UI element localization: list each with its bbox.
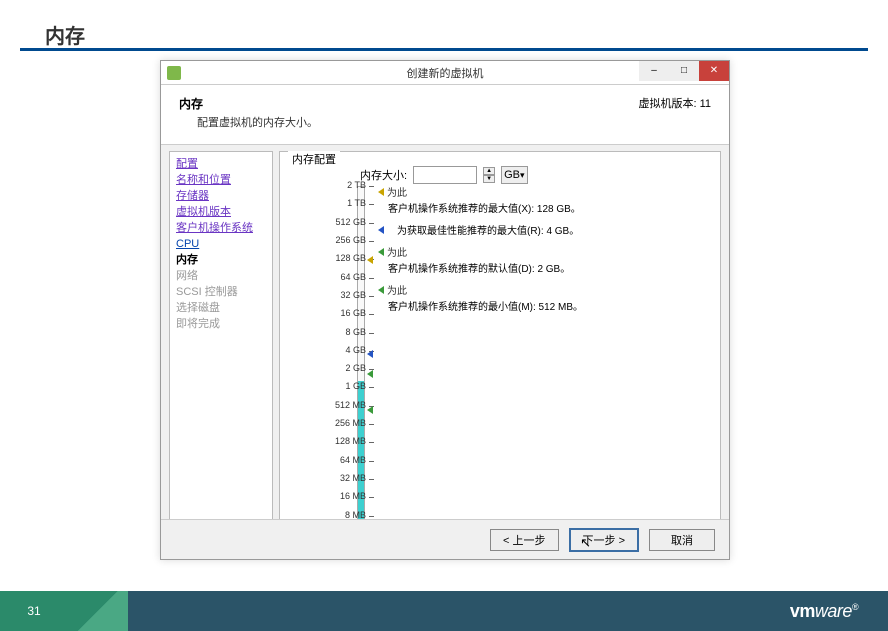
tick-label: 128 GB: [310, 253, 366, 263]
tick-mark: [369, 516, 374, 517]
unit-select[interactable]: GB: [501, 166, 527, 184]
wizard-window: 创建新的虚拟机 – □ ✕ 内存 配置虚拟机的内存大小。 虚拟机版本: 11 配…: [160, 60, 730, 560]
slide-title: 内存: [45, 20, 85, 49]
wizard-sidebar: 配置名称和位置存储器虚拟机版本客户机操作系统CPU内存网络SCSI 控制器选择磁…: [169, 151, 273, 539]
sidebar-item: 网络: [176, 268, 266, 284]
tick-label: 256 MB: [310, 418, 366, 428]
rec-body: 客户机操作系统推荐的最大值(X): 128 GB。: [388, 204, 581, 215]
tick-label: 512 GB: [310, 217, 366, 227]
tick-mark: [369, 241, 374, 242]
recommendation-item: 为此客户机操作系统推荐的最大值(X): 128 GB。: [378, 186, 583, 218]
window-title: 创建新的虚拟机: [407, 65, 484, 81]
rec-body: 为获取最佳性能推荐的最大值(R): 4 GB。: [397, 226, 579, 237]
tick-mark: [369, 461, 374, 462]
tick-mark: [369, 333, 374, 334]
sidebar-item[interactable]: 虚拟机版本: [176, 204, 266, 220]
slide-underline: [20, 48, 868, 51]
tick-label: 16 MB: [310, 491, 366, 501]
cancel-button[interactable]: 取消: [649, 529, 715, 551]
sidebar-item: 选择磁盘: [176, 300, 266, 316]
sidebar-item[interactable]: 存储器: [176, 188, 266, 204]
recommendation-item: 为获取最佳性能推荐的最大值(R): 4 GB。: [378, 224, 583, 240]
spinner-down[interactable]: ▼: [483, 175, 495, 183]
slide-footer: 31 vmware®: [0, 591, 888, 631]
tick-label: 512 MB: [310, 400, 366, 410]
tick-mark: [369, 479, 374, 480]
wizard-step-title: 内存: [179, 95, 711, 112]
tick-label: 4 GB: [310, 345, 366, 355]
tick-mark: [369, 186, 374, 187]
vm-version-label: 虚拟机版本: 11: [638, 95, 711, 111]
memory-recommendations: 为此客户机操作系统推荐的最大值(X): 128 GB。为获取最佳性能推荐的最大值…: [378, 186, 583, 322]
rec-head: 为此: [387, 286, 407, 297]
wizard-header: 内存 配置虚拟机的内存大小。 虚拟机版本: 11: [161, 85, 729, 145]
memory-size-input[interactable]: [413, 166, 477, 184]
tick-label: 2 GB: [310, 363, 366, 373]
next-button[interactable]: 下一步 >: [569, 528, 639, 552]
tick-label: 64 MB: [310, 455, 366, 465]
memory-size-row: 内存大小: ▲ ▼ GB: [360, 166, 710, 184]
slider-marker-green-icon: [367, 370, 376, 380]
app-icon: [167, 66, 181, 80]
sidebar-item[interactable]: 配置: [176, 156, 266, 172]
tick-label: 1 TB: [310, 198, 366, 208]
tick-mark: [369, 424, 374, 425]
sidebar-item[interactable]: 名称和位置: [176, 172, 266, 188]
cursor-icon: ↖: [580, 535, 591, 551]
wizard-step-subtitle: 配置虚拟机的内存大小。: [197, 114, 711, 130]
tick-mark: [369, 278, 374, 279]
tick-mark: [369, 223, 374, 224]
triangle-green-icon: [378, 286, 384, 294]
tick-label: 16 GB: [310, 308, 366, 318]
spinner-up[interactable]: ▲: [483, 167, 495, 175]
close-button[interactable]: ✕: [699, 61, 729, 81]
wizard-main: 内存配置 内存大小: ▲ ▼ GB 2 TB 1 TB 512 GB 256 GB 12…: [279, 151, 721, 539]
tick-label: 128 MB: [310, 436, 366, 446]
sidebar-item: 即将完成: [176, 316, 266, 332]
rec-head: 为此: [387, 248, 407, 259]
wizard-footer: < 上一步 下一步 > 取消 ↖: [161, 519, 729, 559]
wizard-body: 配置名称和位置存储器虚拟机版本客户机操作系统CPU内存网络SCSI 控制器选择磁…: [161, 145, 729, 545]
sidebar-item[interactable]: 内存: [176, 252, 266, 268]
rec-head: 为此: [387, 188, 407, 199]
tick-label: 2 TB: [310, 180, 366, 190]
recommendation-item: 为此客户机操作系统推荐的默认值(D): 2 GB。: [378, 246, 583, 278]
page-number: 31: [0, 591, 68, 631]
vmware-logo: vmware®: [790, 601, 858, 622]
memory-size-label: 内存大小:: [360, 167, 407, 183]
titlebar: 创建新的虚拟机 – □ ✕: [161, 61, 729, 85]
tick-label: 8 GB: [310, 327, 366, 337]
tick-mark: [369, 442, 374, 443]
minimize-button[interactable]: –: [639, 61, 669, 81]
back-button[interactable]: < 上一步: [490, 529, 558, 551]
rec-body: 客户机操作系统推荐的最小值(M): 512 MB。: [388, 302, 583, 313]
rec-body: 客户机操作系统推荐的默认值(D): 2 GB。: [388, 264, 570, 275]
memory-config-title: 内存配置: [288, 151, 340, 167]
tick-label: 32 MB: [310, 473, 366, 483]
triangle-blue-icon: [378, 226, 384, 234]
memory-slider[interactable]: 2 TB 1 TB 512 GB 256 GB 128 GB 64 GB 32 GB 16 G…: [294, 182, 366, 540]
sidebar-item[interactable]: 客户机操作系统: [176, 220, 266, 236]
tick-label: 1 GB: [310, 381, 366, 391]
recommendation-item: 为此客户机操作系统推荐的最小值(M): 512 MB。: [378, 284, 583, 316]
window-controls: – □ ✕: [639, 61, 729, 81]
tick-mark: [369, 387, 374, 388]
sidebar-item: SCSI 控制器: [176, 284, 266, 300]
tick-mark: [369, 296, 374, 297]
slider-marker-blue-icon: [367, 350, 376, 360]
slider-marker-yellow-icon: [367, 256, 376, 266]
tick-label: 32 GB: [310, 290, 366, 300]
triangle-yellow-icon: [378, 188, 384, 196]
tick-label: 256 GB: [310, 235, 366, 245]
sidebar-item[interactable]: CPU: [176, 236, 266, 252]
triangle-green-icon: [378, 248, 384, 256]
maximize-button[interactable]: □: [669, 61, 699, 81]
tick-mark: [369, 314, 374, 315]
slider-marker-green-icon: [367, 406, 376, 416]
tick-mark: [369, 204, 374, 205]
tick-mark: [369, 497, 374, 498]
footer-decoration: [68, 591, 128, 631]
tick-label: 64 GB: [310, 272, 366, 282]
